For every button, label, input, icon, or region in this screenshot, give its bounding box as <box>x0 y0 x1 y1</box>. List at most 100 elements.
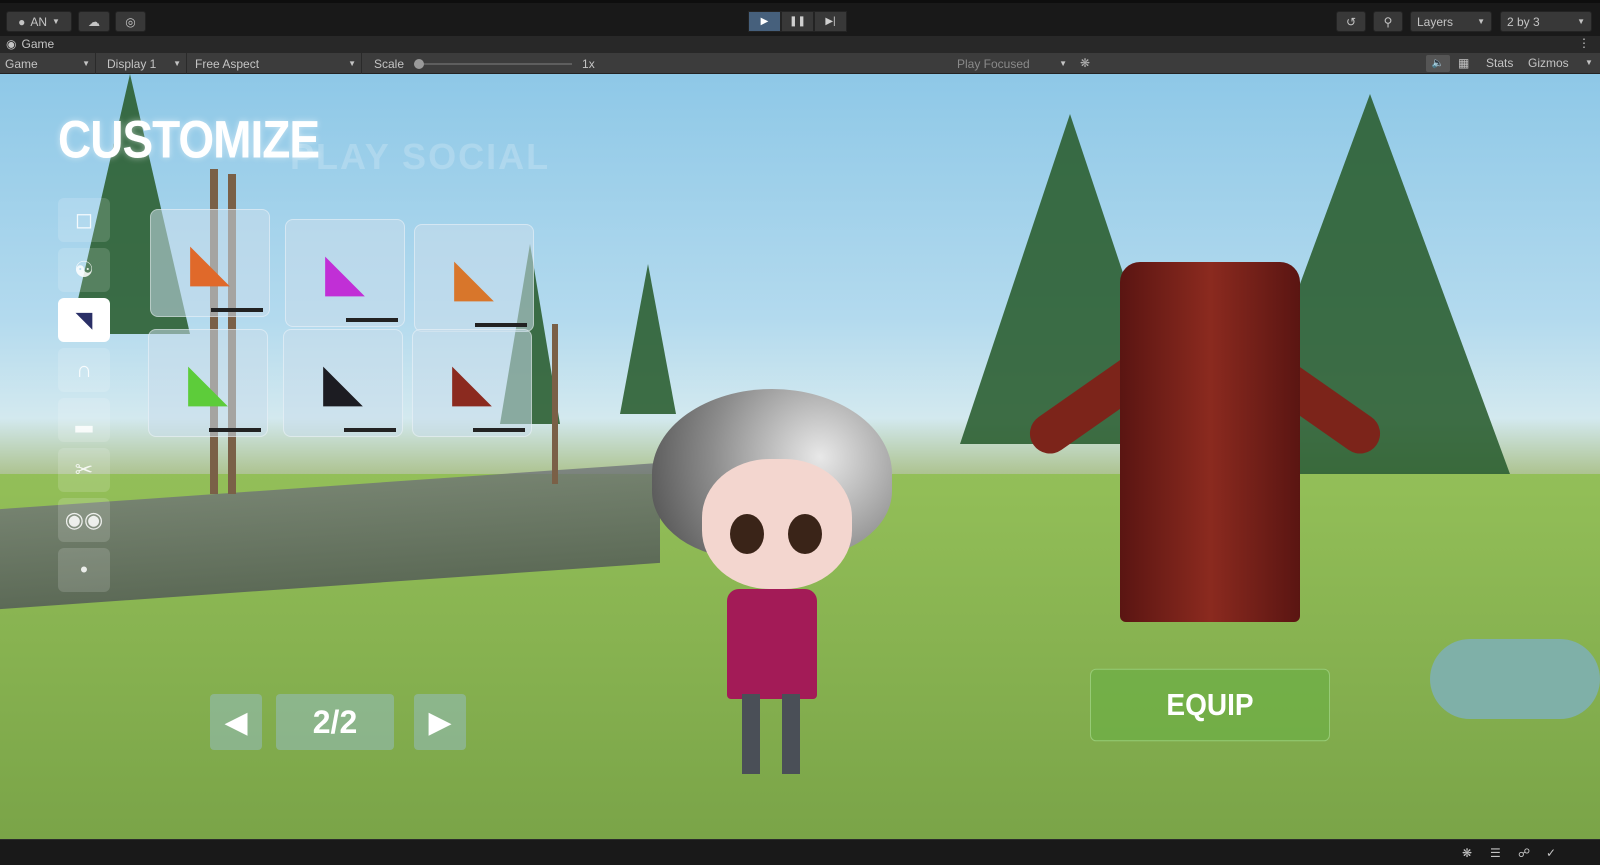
jacket-icon: ◣ <box>190 234 230 292</box>
next-page-button[interactable]: ▶ <box>414 694 466 750</box>
category-hair[interactable]: ✂ <box>58 448 110 492</box>
customize-title: CUSTOMIZE <box>58 109 320 169</box>
gamepad-icon: ◉ <box>6 37 17 51</box>
display-dropdown[interactable]: Display 1 ▼ <box>102 53 187 74</box>
account-icon: ● <box>18 14 26 29</box>
account-dropdown[interactable]: ● AN ▼ <box>6 11 72 32</box>
play-mode-dropdown[interactable]: Play Focused ▼ <box>952 53 1072 74</box>
aspect-label: Free Aspect <box>195 56 260 71</box>
equip-button[interactable]: EQUIP <box>1090 668 1330 742</box>
grid-icon[interactable]: ▦ <box>1458 56 1469 70</box>
view-mode-label: Game <box>5 56 38 71</box>
category-sidebar: ◻ ☯ ◥ ∩ ▂ ✂ ◉◉ • <box>58 198 110 598</box>
slot-bar <box>473 428 525 432</box>
search-button[interactable]: ⚲ <box>1373 11 1403 32</box>
collab-button[interactable]: ◎ <box>115 11 146 32</box>
item-slot-red-leather-coat[interactable]: ◣ <box>412 329 532 437</box>
category-pants[interactable]: ∩ <box>58 348 110 392</box>
view-mode-dropdown[interactable]: Game ▼ <box>0 53 96 74</box>
jacket-icon: ◣ <box>325 244 365 302</box>
mute-audio-button[interactable]: 🔈 <box>1426 55 1450 72</box>
play-icon: ▶ <box>760 16 769 27</box>
network-icon[interactable]: ☍ <box>1518 846 1530 860</box>
character-leg <box>782 694 800 774</box>
pause-icon: ❚❚ <box>789 16 806 27</box>
item-preview-coat <box>1020 252 1390 632</box>
step-button[interactable]: ▶| <box>814 11 847 32</box>
slot-bar <box>211 308 263 312</box>
page-indicator: 2/2 <box>276 694 394 750</box>
category-body[interactable]: ☯ <box>58 248 110 292</box>
undo-history-button[interactable]: ↺ <box>1336 11 1366 32</box>
layers-dropdown[interactable]: Layers ▼ <box>1410 11 1492 32</box>
history-icon: ↺ <box>1345 14 1357 29</box>
item-slot-green-jacket[interactable]: ◣ <box>148 329 268 437</box>
cloud-button[interactable]: ☁ <box>78 11 110 32</box>
body-icon: ☯ <box>74 257 94 282</box>
rocks <box>1430 639 1600 719</box>
slot-bar <box>209 428 261 432</box>
chevron-down-icon: ▼ <box>52 17 60 26</box>
chevron-down-icon: ▼ <box>82 59 90 68</box>
slot-bar <box>475 323 527 327</box>
category-blank[interactable]: ◻ <box>58 198 110 242</box>
item-slot-camo-jacket[interactable]: ◣ <box>150 209 270 317</box>
category-shoes[interactable]: ▂ <box>58 398 110 442</box>
glasses-icon: ◉◉ <box>64 507 104 532</box>
more-options-icon[interactable]: ⋮ <box>1578 36 1590 50</box>
scale-slider-knob[interactable] <box>414 58 425 69</box>
tab-game[interactable]: ◉ Game <box>6 37 54 51</box>
scale-control: Scale 1x <box>369 53 614 74</box>
faded-tab-title: PLAY SOCIAL <box>290 136 551 177</box>
layout-label: 2 by 3 <box>1507 14 1540 29</box>
account-label: AN <box>30 14 47 29</box>
item-slot-purple-windbreaker[interactable]: ◣ <box>285 219 405 327</box>
play-button[interactable]: ▶ <box>748 11 781 32</box>
pause-button[interactable]: ❚❚ <box>781 11 814 32</box>
scale-value: 1x <box>582 56 595 71</box>
chevron-down-icon[interactable]: ▼ <box>1585 58 1593 67</box>
character-face <box>702 459 852 589</box>
game-tab-bar: ◉ Game ⋮ <box>0 36 1600 53</box>
layout-dropdown[interactable]: 2 by 3 ▼ <box>1500 11 1592 32</box>
target-icon: ◎ <box>125 14 136 29</box>
slot-bar <box>344 428 396 432</box>
check-icon[interactable]: ✓ <box>1546 846 1556 860</box>
cloud-icon: ☁ <box>88 14 100 29</box>
chevron-down-icon: ▼ <box>1577 17 1585 26</box>
scale-label: Scale <box>374 56 405 71</box>
bug-icon[interactable]: ❋ <box>1080 56 1090 70</box>
editor-status-bar: ❋ ☰ ☍ ✓ <box>0 839 1600 865</box>
chevron-down-icon: ▼ <box>348 59 356 68</box>
scissors-icon: ✂ <box>74 457 94 482</box>
game-view-controls: Game ▼ Display 1 ▼ Free Aspect ▼ Scale 1… <box>0 53 1600 74</box>
character-eye <box>788 514 822 554</box>
arrow-right-icon: ▶ <box>428 705 452 739</box>
aspect-dropdown[interactable]: Free Aspect ▼ <box>190 53 362 74</box>
jacket-icon: ◣ <box>454 249 494 307</box>
slot-bar <box>346 318 398 322</box>
scale-slider[interactable] <box>414 58 573 69</box>
item-slot-orange-green-puffer[interactable]: ◣ <box>414 224 534 332</box>
player-character <box>652 389 892 779</box>
shirt-icon: ◥ <box>75 307 93 332</box>
category-glasses[interactable]: ◉◉ <box>58 498 110 542</box>
category-accessories[interactable]: • <box>58 548 110 592</box>
step-icon: ▶| <box>825 16 836 27</box>
coat-body <box>1120 262 1300 622</box>
prev-page-button[interactable]: ◀ <box>210 694 262 750</box>
speaker-icon: 🔈 <box>1431 58 1445 69</box>
blank-square-icon: ◻ <box>74 207 94 232</box>
shoe-icon: ▂ <box>75 407 93 432</box>
gizmos-button[interactable]: Gizmos <box>1528 56 1569 70</box>
game-viewport[interactable]: CUSTOMIZE PLAY SOCIAL ◻ ☯ ◥ ∩ ▂ ✂ ◉◉ • ◣… <box>0 74 1600 839</box>
item-slot-black-puffer[interactable]: ◣ <box>283 329 403 437</box>
category-tops[interactable]: ◥ <box>58 298 110 342</box>
jacket-icon: ◣ <box>452 354 492 412</box>
debug-icon[interactable]: ❋ <box>1462 846 1472 860</box>
tab-game-label: Game <box>21 37 55 51</box>
playback-controls: ▶ ❚❚ ▶| <box>748 11 847 32</box>
search-icon: ⚲ <box>1383 14 1393 29</box>
layers-stack-icon[interactable]: ☰ <box>1490 846 1501 860</box>
stats-button[interactable]: Stats <box>1486 56 1513 70</box>
